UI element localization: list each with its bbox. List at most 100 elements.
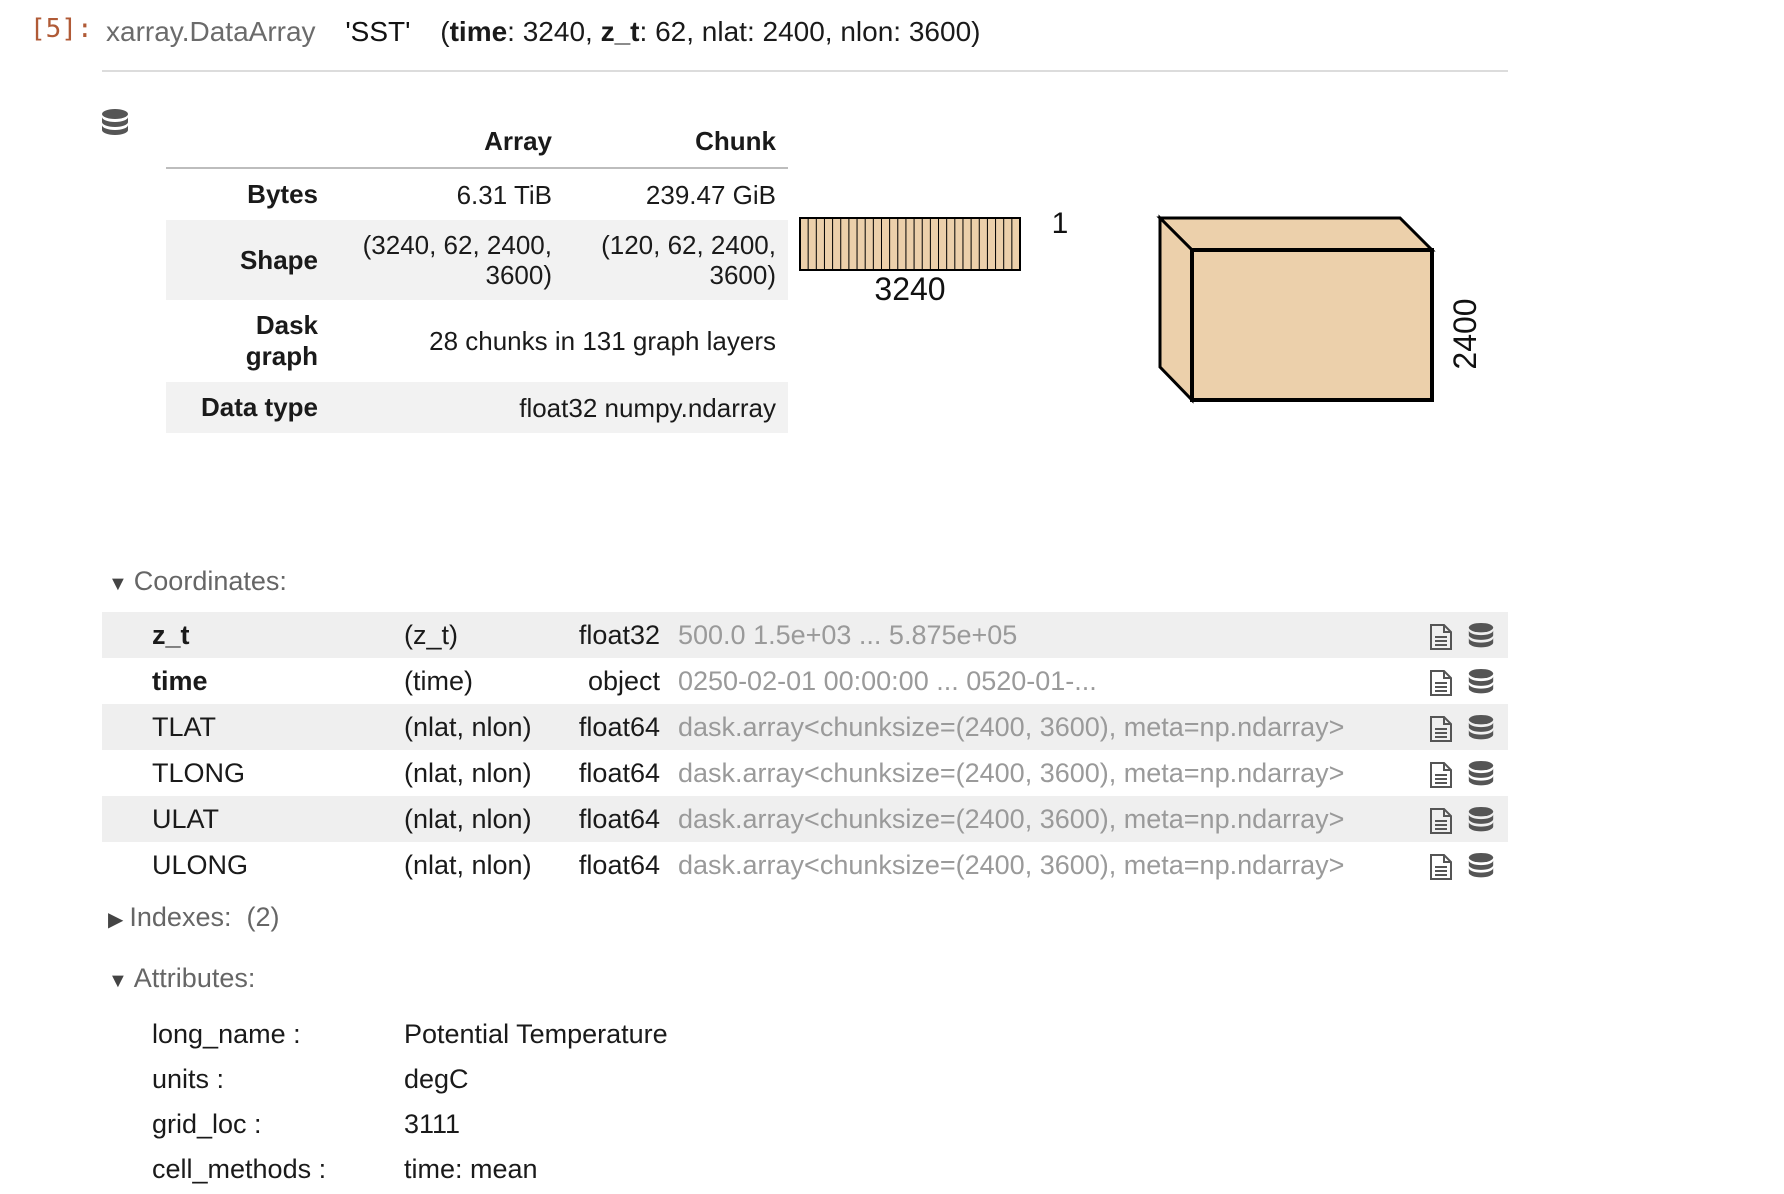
list-item: cell_methods : time: mean (152, 1147, 1052, 1192)
triangle-right-icon: ▶ (108, 909, 124, 931)
indexes-section-toggle[interactable]: ▶ Indexes: (2) (108, 902, 279, 933)
list-item: ULONG (nlat, nlon) float64 dask.array<ch… (102, 842, 1508, 888)
coord-dtype: float64 (578, 712, 660, 742)
row-label: Bytes (247, 179, 318, 209)
attr-key: long_name : (152, 1019, 301, 1049)
database-icon[interactable] (1466, 852, 1496, 882)
dim-name: time (449, 16, 508, 47)
time-size-label: 3240 (874, 271, 945, 307)
coordinates-section-toggle[interactable]: ▼ Coordinates: (108, 566, 287, 597)
database-icon[interactable] (1466, 622, 1496, 652)
section-title: Attributes: (133, 963, 256, 993)
file-text-icon[interactable] (1428, 761, 1454, 789)
list-item: TLONG (nlat, nlon) float64 dask.array<ch… (102, 750, 1508, 796)
array-value: (3240, 62, 2400, 3600) (362, 230, 552, 290)
attr-key: units : (152, 1064, 225, 1094)
cube-top-face (1156, 216, 1436, 252)
table-row: Data type float32 numpy.ndarray (166, 382, 788, 433)
dask-array-table: Array Chunk Bytes 6.31 TiB 239.47 GiB Sh… (166, 116, 788, 433)
attr-value: degC (404, 1064, 469, 1094)
database-icon[interactable] (1466, 760, 1496, 790)
coord-preview[interactable]: dask.array<chunksize=(2400, 3600), meta=… (678, 750, 1344, 796)
coord-preview[interactable]: dask.array<chunksize=(2400, 3600), meta=… (678, 704, 1344, 750)
row-label: Data type (200, 392, 318, 422)
dim-name: nlat (701, 16, 747, 47)
coord-dims: (nlat, nlon) (404, 712, 532, 742)
file-text-icon[interactable] (1428, 669, 1454, 697)
cube-front-face (1190, 248, 1434, 402)
coord-dims: (nlat, nlon) (404, 850, 532, 880)
spatial-cube (1156, 214, 1436, 404)
coord-name: TLAT (152, 712, 217, 742)
dim-size: 3240 (522, 16, 586, 47)
coord-dtype: float64 (578, 850, 660, 880)
coord-name: ULONG (152, 850, 249, 880)
coord-icons (1428, 658, 1500, 704)
time-chunk-bar (799, 217, 1021, 271)
merged-value: float32 numpy.ndarray (519, 392, 776, 423)
database-icon[interactable] (1466, 714, 1496, 744)
list-item: units : degC (152, 1057, 1052, 1102)
coord-dtype: object (587, 666, 660, 696)
dim-size: 62 (655, 16, 687, 47)
coord-name: z_t (152, 620, 190, 650)
coord-dtype: float64 (578, 804, 660, 834)
section-count: (2) (246, 902, 280, 932)
coord-preview[interactable]: dask.array<chunksize=(2400, 3600), meta=… (678, 842, 1344, 888)
chunk-value: (120, 62, 2400, 3600) (601, 230, 776, 290)
attributes-section-toggle[interactable]: ▼ Attributes: (108, 963, 255, 994)
coord-dtype: float64 (578, 758, 660, 788)
coord-preview[interactable]: dask.array<chunksize=(2400, 3600), meta=… (678, 796, 1344, 842)
coord-icons (1428, 796, 1500, 842)
coord-preview[interactable]: 0250-02-01 00:00:00 ... 0520-01-... (678, 658, 1097, 704)
file-text-icon[interactable] (1428, 807, 1454, 835)
dims-summary: (time: 3240, z_t: 62, nlat: 2400, nlon: … (440, 16, 981, 47)
list-item: time (time) object 0250-02-01 00:00:00 .… (102, 658, 1508, 704)
attributes-list: long_name : Potential Temperature units … (152, 1012, 1052, 1192)
header-divider (102, 70, 1508, 72)
chunk-visualization: 3240 1 2400 (799, 210, 1483, 404)
file-text-icon[interactable] (1428, 715, 1454, 743)
table-row: Bytes 6.31 TiB 239.47 GiB (166, 168, 788, 220)
row-label: Shape (239, 244, 318, 275)
object-type: xarray.DataArray (106, 16, 316, 47)
coord-icons (1428, 750, 1500, 796)
coord-dims: (nlat, nlon) (404, 758, 532, 788)
coord-name: time (152, 666, 208, 696)
variable-name: 'SST' (345, 16, 411, 47)
coord-dtype: float32 (578, 620, 660, 650)
column-header-chunk: Chunk (564, 116, 788, 169)
database-icon[interactable] (1466, 668, 1496, 698)
z-size-label: 1 (1052, 210, 1069, 240)
database-icon[interactable] (1466, 806, 1496, 836)
attr-value: 3111 (404, 1109, 461, 1139)
attr-value: Potential Temperature (404, 1019, 668, 1049)
coord-icons (1428, 612, 1500, 658)
list-item: ULAT (nlat, nlon) float64 dask.array<chu… (102, 796, 1508, 842)
file-text-icon[interactable] (1428, 853, 1454, 881)
section-title: Indexes: (129, 902, 232, 932)
cube-side-face (1158, 214, 1194, 404)
coordinates-list: z_t (z_t) float32 500.0 1.5e+03 ... 5.87… (102, 612, 1508, 888)
coord-icons (1428, 704, 1500, 750)
dataarray-header: xarray.DataArray 'SST' (time: 3240, z_t:… (106, 16, 980, 48)
table-corner (166, 116, 330, 169)
triangle-down-icon: ▼ (108, 573, 128, 595)
dim-name: z_t (600, 16, 640, 47)
row-label: Dask graph (245, 310, 318, 371)
coord-icons (1428, 842, 1500, 888)
list-item: grid_loc : 3111 (152, 1102, 1052, 1147)
table-row: Dask graph 28 chunks in 131 graph layers (166, 300, 788, 382)
database-icon[interactable] (100, 108, 130, 145)
dim-size: 2400 (762, 16, 825, 47)
coord-dims: (time) (404, 666, 473, 696)
dim-name: nlon (840, 16, 894, 47)
attr-key: grid_loc : (152, 1109, 262, 1139)
coord-name: TLONG (152, 758, 246, 788)
coord-preview[interactable]: 500.0 1.5e+03 ... 5.875e+05 (678, 612, 1017, 658)
cell-prompt: [5]: (30, 14, 93, 44)
attr-key: cell_methods : (152, 1154, 327, 1184)
coord-dims: (nlat, nlon) (404, 804, 532, 834)
file-text-icon[interactable] (1428, 623, 1454, 651)
list-item: long_name : Potential Temperature (152, 1012, 1052, 1057)
